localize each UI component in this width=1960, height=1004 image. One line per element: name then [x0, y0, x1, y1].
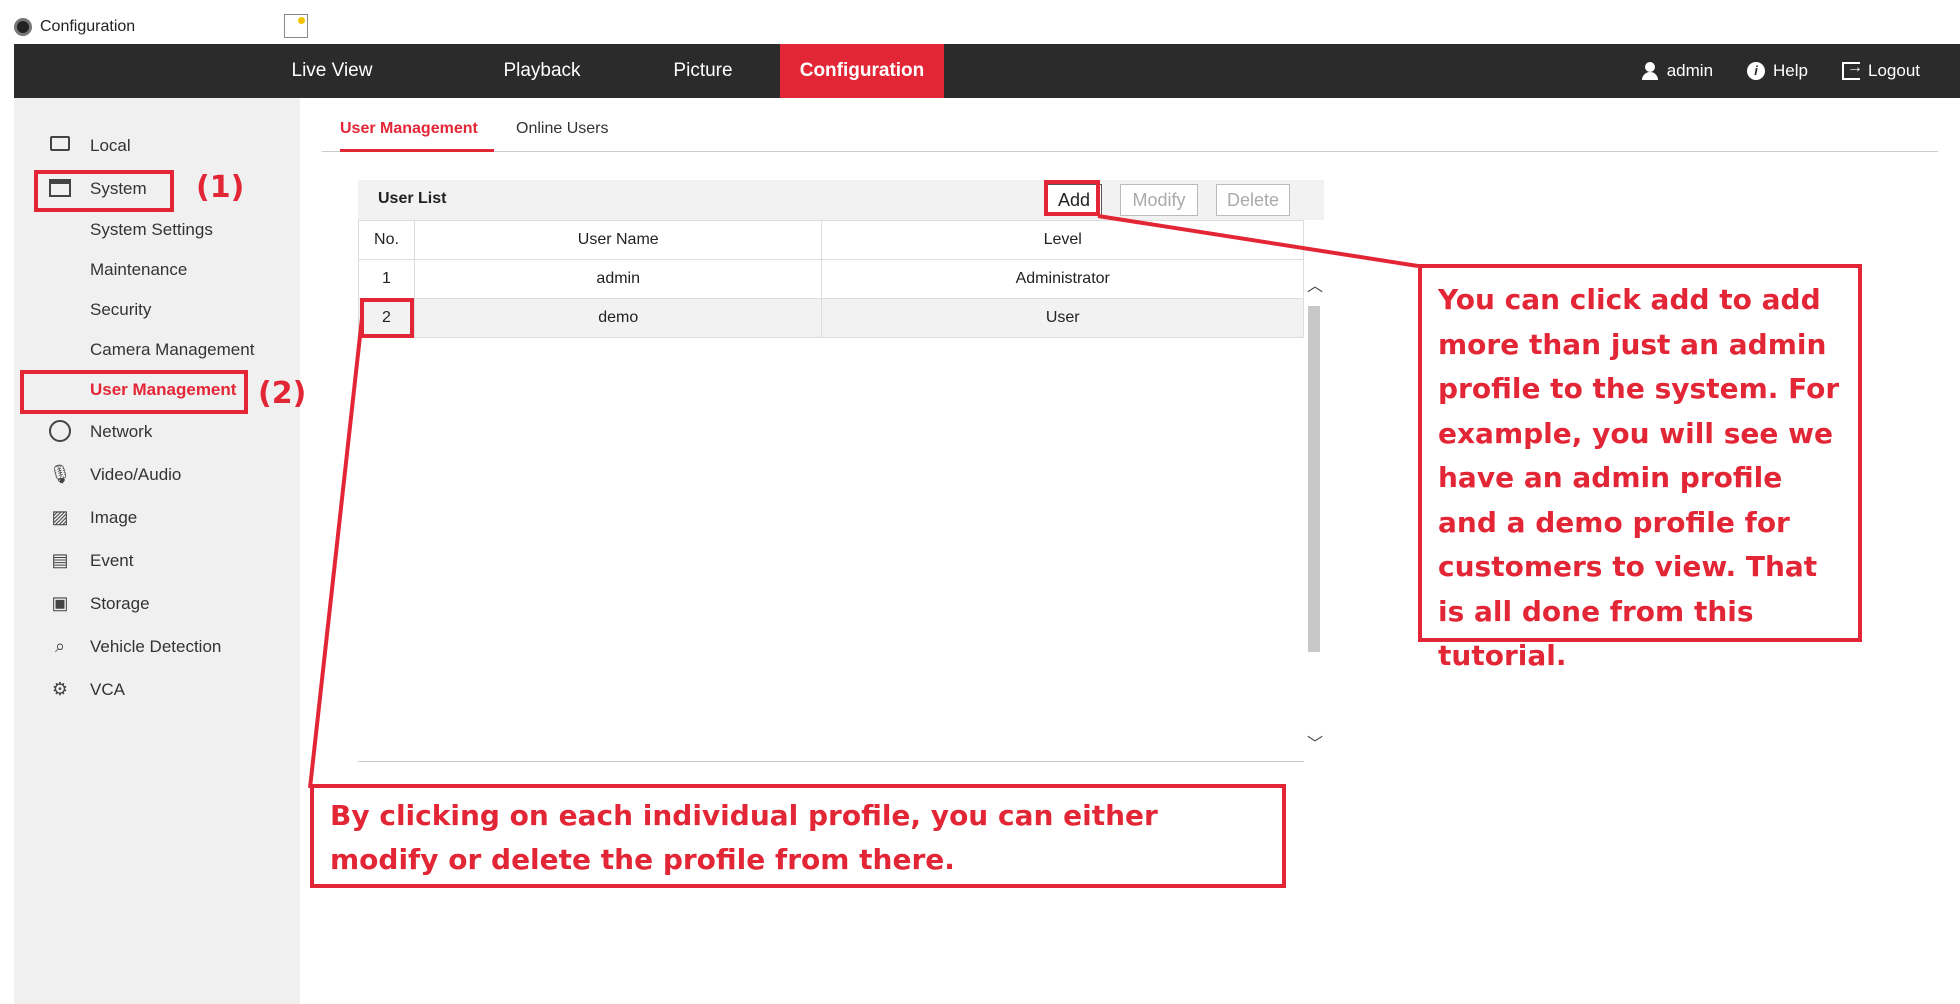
line-row-to-note [308, 317, 364, 789]
annotation-box-row-2 [360, 298, 414, 338]
annotation-note-right: You can click add to add more than just … [1418, 264, 1862, 672]
annotation-label-2: (2) [258, 376, 307, 411]
annotation-box-system [34, 170, 174, 212]
line-add-to-note [1097, 214, 1419, 268]
annotation-box-add [1044, 180, 1100, 216]
annotation-note-bottom: By clicking on each individual profile, … [310, 784, 1286, 888]
annotation-box-user-management [20, 370, 248, 414]
annotation-label-1: (1) [196, 170, 245, 205]
